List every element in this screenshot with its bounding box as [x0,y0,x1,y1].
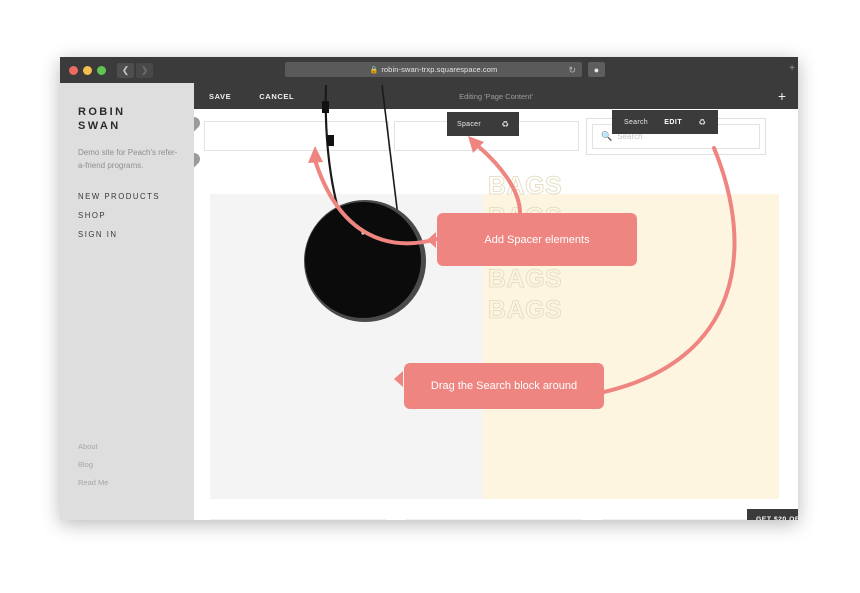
reload-icon[interactable]: ↻ [568,65,576,76]
lock-icon: 🔒 [369,66,379,74]
window-controls[interactable] [69,65,106,75]
footer-link-about[interactable]: About [78,442,108,451]
drag-handle-top[interactable] [194,114,203,132]
sidebar-item-shop[interactable]: SHOP [78,211,194,220]
sidebar-item-new-products[interactable]: NEW PRODUCTS [78,192,194,201]
trash-icon[interactable]: ♻ [698,117,706,128]
site-tagline: Demo site for Peach's refer-a-friend pro… [78,148,178,170]
callout-drag-search: Drag the Search block around [404,363,604,409]
drag-handle-bottom[interactable] [194,150,203,168]
back-button[interactable]: ❮ [117,62,134,78]
callout-add-spacer-text: Add Spacer elements [484,233,590,246]
product-card-row [210,519,779,520]
site-logo[interactable]: ROBIN SWAN [78,105,194,133]
site-nav: NEW PRODUCTS SHOP SIGN IN [78,192,194,239]
search-toolbar-label: Search [624,118,648,126]
footer-link-read-me[interactable]: Read Me [78,478,108,487]
close-window-button[interactable] [69,65,78,75]
add-block-button[interactable]: + [778,89,786,103]
new-tab-icon[interactable]: + [789,63,795,74]
sidebar-item-sign-in[interactable]: SIGN IN [78,230,194,239]
spacer-block-toolbar[interactable]: Spacer ♻ [447,112,519,136]
site-sidebar: ROBIN SWAN Demo site for Peach's refer-a… [60,83,194,520]
promo-banner[interactable]: GET $20 OFF YOUR NEXT ORDER! ✖ [747,509,798,520]
search-block-toolbar[interactable]: Search EDIT ♻ [612,110,718,134]
url-text: robin-swan-trxp.squarespace.com [381,65,498,74]
forward-button: ❯ [136,62,153,78]
maximize-window-button[interactable] [97,65,106,75]
search-icon: 🔍 [601,131,613,141]
callout-drag-search-text: Drag the Search block around [430,380,578,392]
site-logo-line2: SWAN [78,120,121,132]
page-body: ROBIN SWAN Demo site for Peach's refer-a… [60,83,798,520]
bags-word-5: BAGS [488,296,563,325]
spacer-toolbar-label: Spacer [457,120,481,128]
footer-link-blog[interactable]: Blog [78,460,108,469]
site-footer-nav: About Blog Read Me [78,442,108,496]
browser-window: ❮ ❯ 🔒 robin-swan-trxp.squarespace.com ↻ … [60,57,798,520]
editor-area: SAVE CANCEL Editing 'Page Content' + 🔍 S… [194,83,798,520]
product-card[interactable] [210,519,386,520]
browser-titlebar: ❮ ❯ 🔒 robin-swan-trxp.squarespace.com ↻ … [60,57,798,83]
browser-nav-buttons[interactable]: ❮ ❯ [117,62,153,78]
download-button[interactable]: ● [588,62,605,77]
site-logo-line1: ROBIN [78,106,126,118]
trash-icon[interactable]: ♻ [501,119,509,130]
callout-add-spacer: Add Spacer elements [437,213,637,266]
bags-word-4: BAGS [488,265,563,294]
edit-block-button[interactable]: EDIT [664,119,682,126]
promo-text: GET $20 OFF YOUR NEXT ORDER! [756,516,798,520]
address-bar[interactable]: 🔒 robin-swan-trxp.squarespace.com ↻ [285,62,582,77]
minimize-window-button[interactable] [83,65,92,75]
bags-word-1: BAGS [488,172,563,201]
product-bag-image [304,84,426,322]
product-card[interactable] [406,519,582,520]
